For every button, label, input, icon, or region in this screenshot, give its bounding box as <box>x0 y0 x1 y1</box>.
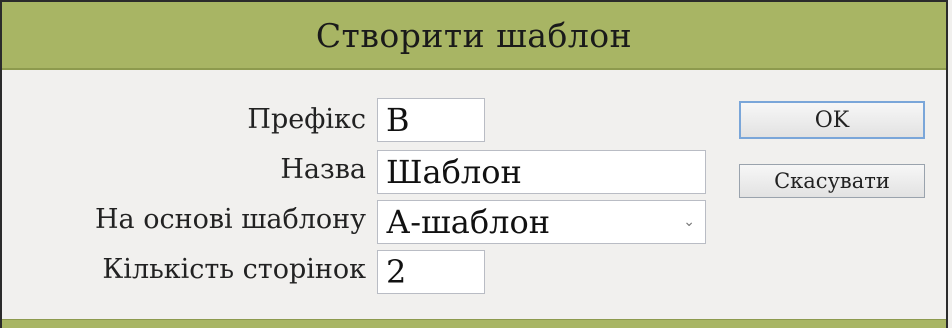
based-on-select[interactable]: А-шаблон ⌄ <box>377 200 706 244</box>
name-value: Шаблон <box>386 153 522 191</box>
name-input[interactable]: Шаблон <box>377 150 706 194</box>
ok-button[interactable]: OK <box>739 101 925 139</box>
create-template-dialog: Створити шаблон Префікс B Назва Шаблон Н… <box>0 0 948 328</box>
page-count-value: 2 <box>386 253 407 291</box>
name-label: Назва <box>280 154 366 185</box>
based-on-value: А-шаблон <box>386 203 551 241</box>
dialog-footer-bar <box>2 319 946 328</box>
cancel-button-label: Скасувати <box>774 169 890 193</box>
dialog-titlebar[interactable]: Створити шаблон <box>2 0 946 70</box>
prefix-value: B <box>386 101 410 139</box>
chevron-down-icon[interactable]: ⌄ <box>683 215 695 229</box>
page-count-label: Кількість сторінок <box>102 254 366 285</box>
based-on-label: На основі шаблону <box>94 204 366 235</box>
dialog-title: Створити шаблон <box>315 15 633 55</box>
prefix-input[interactable]: B <box>377 98 485 142</box>
page-count-input[interactable]: 2 <box>377 250 485 294</box>
ok-button-label: OK <box>814 107 850 133</box>
cancel-button[interactable]: Скасувати <box>739 164 925 198</box>
prefix-label: Префікс <box>247 104 366 135</box>
